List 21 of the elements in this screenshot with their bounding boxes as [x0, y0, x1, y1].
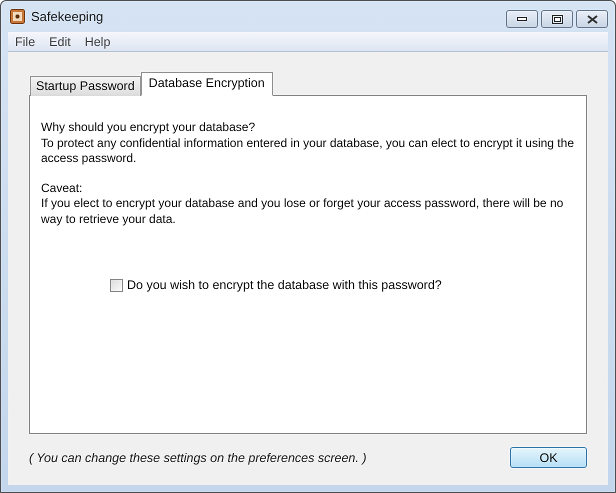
restore-icon	[552, 14, 562, 24]
encrypt-checkbox[interactable]	[110, 278, 123, 292]
menu-item[interactable]: File	[8, 34, 42, 48]
safe-icon	[10, 9, 25, 24]
minimize-button[interactable]	[506, 10, 538, 28]
footer-note: ( You can change these settings on the preferences screen. )	[29, 450, 366, 464]
tab[interactable]: Database Encryption	[140, 72, 273, 96]
menu-item[interactable]: Edit	[42, 34, 78, 48]
paragraph-text: If you elect to encrypt your database and you lose or forget your access password, there will be no way to retrieve your data.	[41, 196, 564, 227]
window-title: Safekeeping	[31, 9, 104, 24]
minimize-icon	[517, 17, 527, 21]
close-button[interactable]	[576, 10, 608, 28]
paragraph-text: To protect any confidential information entered in your database, you can elect to encrypt it using the access password.	[41, 136, 575, 166]
ok-button[interactable]: OK	[510, 447, 587, 468]
paragraph-heading: Why should you encrypt your database?	[41, 120, 256, 136]
paragraph-heading: Caveat:	[41, 180, 84, 196]
maximize-button[interactable]	[541, 10, 573, 28]
menu-item[interactable]: Help	[78, 34, 118, 48]
checkbox-label: Do you wish to encrypt the database with this password?	[127, 278, 442, 292]
tab[interactable]: Startup Password	[30, 76, 141, 96]
close-icon	[586, 14, 598, 24]
